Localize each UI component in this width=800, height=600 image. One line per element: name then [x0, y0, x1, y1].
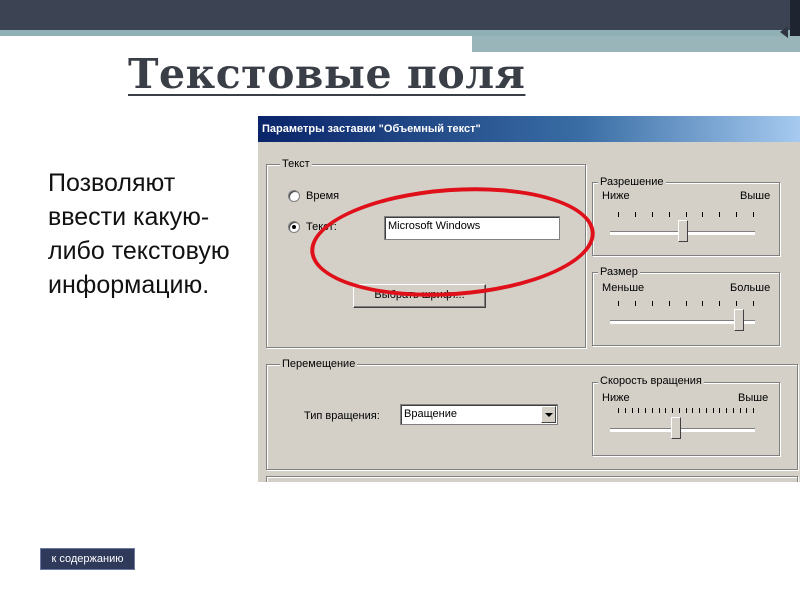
slider-tick: [719, 301, 721, 306]
resolution-slider-thumb[interactable]: [677, 220, 688, 242]
size-group-label: Размер: [598, 266, 640, 278]
size-min-label: Меньше: [602, 282, 645, 294]
slider-tick: [672, 408, 673, 413]
slider-tick: [746, 408, 748, 413]
resolution-group-label: Разрешение: [598, 176, 666, 188]
slider-tick: [685, 212, 687, 217]
dialog-title: Параметры заставки "Объемный текст": [262, 123, 481, 135]
slider-tick: [726, 408, 727, 413]
slider-tick: [634, 212, 636, 217]
slider-tick: [736, 212, 738, 217]
slide-corner-block: [790, 0, 800, 36]
size-max-label: Больше: [730, 282, 771, 294]
rotation-type-label: Тип вращения:: [304, 410, 380, 422]
dialog-title-bar: Параметры заставки "Объемный текст": [258, 116, 800, 142]
speed-group-label: Скорость вращения: [598, 375, 704, 387]
slider-tick: [739, 408, 741, 413]
slider-tick: [665, 408, 667, 413]
size-ticks: [618, 301, 754, 306]
slider-tick: [618, 408, 619, 413]
slider-tick: [736, 301, 738, 306]
slider-tick: [678, 408, 680, 413]
rotation-type-select[interactable]: Вращение: [400, 404, 558, 425]
slider-tick: [705, 408, 707, 413]
slide-top-bar: [0, 0, 800, 30]
radio-text[interactable]: [288, 221, 300, 233]
speed-slider-track[interactable]: [610, 428, 755, 432]
slider-tick: [699, 408, 700, 413]
motion-group-label: Перемещение: [280, 358, 358, 370]
slider-tick: [685, 301, 687, 306]
slider-tick: [719, 212, 721, 217]
radio-time-label: Время: [306, 190, 340, 202]
slider-tick: [685, 408, 687, 413]
slide-arrow-decoration: [780, 26, 788, 38]
chevron-down-icon[interactable]: [541, 406, 556, 423]
slider-tick: [753, 408, 754, 413]
slider-tick: [624, 408, 626, 413]
slider-tick: [668, 301, 670, 306]
resolution-max-label: Выше: [740, 190, 771, 202]
slide-title: Текстовые поля: [128, 50, 526, 98]
speed-min-label: Ниже: [602, 392, 630, 404]
resolution-ticks: [618, 212, 754, 217]
slider-tick: [634, 301, 636, 306]
slider-tick: [658, 408, 660, 413]
text-group-label: Текст: [280, 158, 312, 170]
slider-tick: [618, 301, 619, 306]
next-group-edge: [266, 476, 798, 482]
speed-ticks: [618, 408, 754, 413]
speed-max-label: Выше: [738, 392, 769, 404]
table-of-contents-button[interactable]: к содержанию: [40, 548, 135, 570]
slider-tick: [631, 408, 633, 413]
size-slider-thumb[interactable]: [734, 309, 745, 331]
slider-tick: [712, 408, 714, 413]
slider-tick: [702, 301, 704, 306]
slider-tick: [651, 408, 653, 413]
slide-body-text: Позволяют ввести какую-либо текстовую ин…: [48, 169, 230, 299]
slider-tick: [645, 408, 646, 413]
radio-time[interactable]: [288, 190, 300, 202]
rotation-type-value: Вращение: [404, 408, 457, 420]
resolution-min-label: Ниже: [602, 190, 630, 202]
speed-slider-thumb[interactable]: [670, 417, 681, 439]
slider-tick: [651, 212, 653, 217]
slider-tick: [618, 212, 619, 217]
slider-tick: [719, 408, 721, 413]
slider-tick: [753, 301, 754, 306]
slider-tick: [638, 408, 640, 413]
screensaver-dialog-screenshot: Параметры заставки "Объемный текст" Текс…: [258, 116, 800, 482]
slider-tick: [692, 408, 694, 413]
slider-tick: [702, 212, 704, 217]
slider-tick: [732, 408, 734, 413]
slider-tick: [668, 212, 670, 217]
slider-tick: [651, 301, 653, 306]
slider-tick: [753, 212, 754, 217]
